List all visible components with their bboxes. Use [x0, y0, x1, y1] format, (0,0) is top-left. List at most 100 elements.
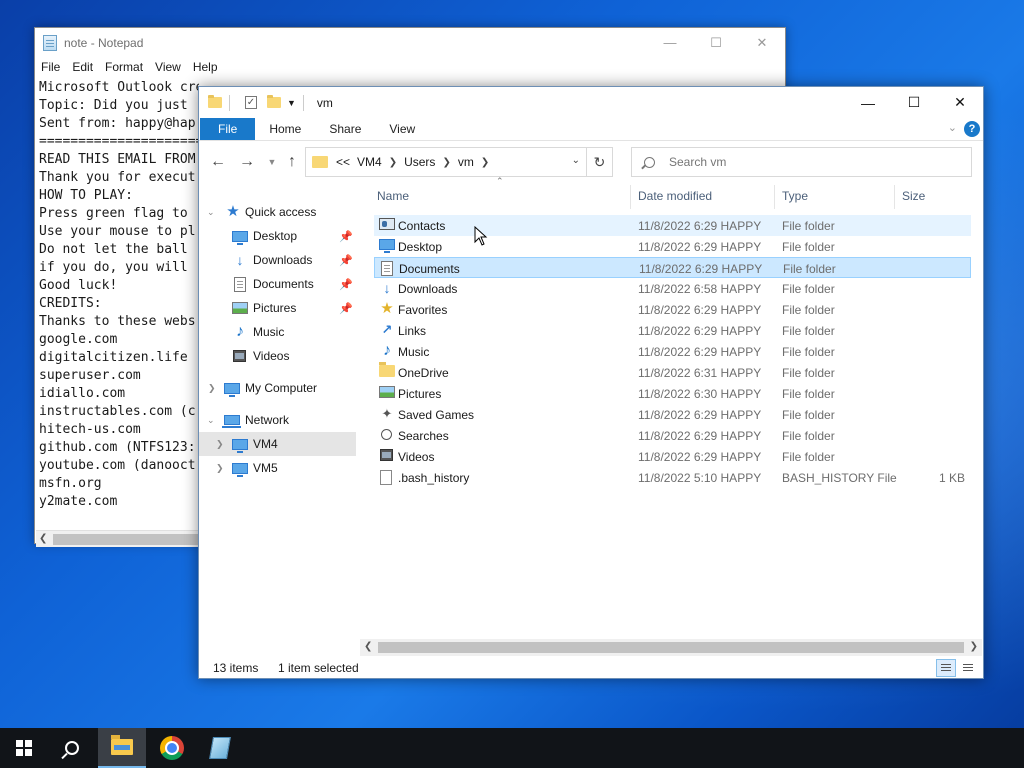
- pin-icon[interactable]: 📌: [339, 302, 353, 315]
- tab-view[interactable]: View: [375, 118, 429, 140]
- back-arrow-icon[interactable]: ←: [207, 150, 229, 174]
- search-input[interactable]: [669, 155, 949, 169]
- table-row[interactable]: Contacts 11/8/2022 6:29 HAPPY File folde…: [374, 215, 971, 236]
- nav-downloads[interactable]: ↓ Downloads 📌: [199, 248, 356, 272]
- recent-locations-icon[interactable]: ▼: [261, 150, 283, 174]
- nav-desktop[interactable]: Desktop 📌: [199, 224, 356, 248]
- chevron-right-icon[interactable]: ❯: [208, 383, 216, 394]
- column-header-date[interactable]: Date modified: [638, 177, 712, 215]
- taskbar-search-button[interactable]: [48, 728, 96, 768]
- chevron-down-icon[interactable]: ⌄: [207, 415, 215, 426]
- nav-music[interactable]: ♪ Music: [199, 320, 356, 344]
- pin-icon[interactable]: 📌: [339, 254, 353, 267]
- chevron-right-icon[interactable]: ❯: [389, 157, 397, 168]
- nav-vm5[interactable]: ❯ VM5: [199, 456, 356, 480]
- search-box[interactable]: [631, 147, 972, 177]
- breadcrumb-vm4[interactable]: VM4: [357, 155, 382, 169]
- nav-documents[interactable]: Documents 📌: [199, 272, 356, 296]
- file-list-horizontal-scrollbar[interactable]: ❮ ❯: [360, 639, 982, 656]
- new-folder-icon[interactable]: [267, 95, 281, 108]
- menu-view[interactable]: View: [155, 60, 181, 74]
- desktop-icon: [232, 230, 248, 245]
- expand-ribbon-icon[interactable]: ⌄: [948, 121, 957, 134]
- customize-toolbar-icon[interactable]: ▼: [287, 98, 296, 108]
- nav-vm4[interactable]: ❯ VM4: [199, 432, 356, 456]
- table-row[interactable]: ✦ Saved Games 11/8/2022 6:29 HAPPY File …: [374, 404, 971, 425]
- table-row[interactable]: ★ Favorites 11/8/2022 6:29 HAPPY File fo…: [374, 299, 971, 320]
- menu-edit[interactable]: Edit: [72, 60, 93, 74]
- table-row[interactable]: Searches 11/8/2022 6:29 HAPPY File folde…: [374, 425, 971, 446]
- start-button[interactable]: [0, 728, 48, 768]
- minimize-icon[interactable]: —: [845, 87, 891, 118]
- breadcrumb-overflow[interactable]: <<: [336, 155, 350, 169]
- taskbar-chrome[interactable]: [148, 728, 196, 768]
- scrollbar-thumb[interactable]: [378, 642, 964, 653]
- tab-share[interactable]: Share: [315, 118, 375, 140]
- column-divider[interactable]: [774, 185, 775, 209]
- chevron-down-icon[interactable]: ⌄: [572, 155, 580, 166]
- refresh-icon[interactable]: ↻: [586, 148, 612, 176]
- forward-arrow-icon[interactable]: →: [236, 150, 258, 174]
- scroll-left-icon[interactable]: ❮: [39, 533, 47, 544]
- pin-icon[interactable]: 📌: [339, 278, 353, 291]
- table-row[interactable]: Videos 11/8/2022 6:29 HAPPY File folder: [374, 446, 971, 467]
- table-row[interactable]: Desktop 11/8/2022 6:29 HAPPY File folder: [374, 236, 971, 257]
- scroll-right-icon[interactable]: ❯: [970, 641, 978, 652]
- table-row[interactable]: ↗ Links 11/8/2022 6:29 HAPPY File folder: [374, 320, 971, 341]
- minimize-icon[interactable]: —: [647, 28, 693, 57]
- maximize-icon[interactable]: ☐: [693, 28, 739, 57]
- pin-icon[interactable]: 📌: [339, 230, 353, 243]
- explorer-title-bar[interactable]: ✓ ▼ vm — ☐ ✕: [199, 87, 983, 118]
- nav-pictures[interactable]: Pictures 📌: [199, 296, 356, 320]
- notepad-text-line: CREDITS:: [39, 296, 102, 311]
- file-name: Desktop: [398, 240, 443, 254]
- maximize-icon[interactable]: ☐: [891, 87, 937, 118]
- chevron-right-icon[interactable]: ❯: [481, 157, 489, 168]
- table-row[interactable]: .bash_history 11/8/2022 5:10 HAPPY BASH_…: [374, 467, 971, 488]
- nav-videos[interactable]: Videos: [199, 344, 356, 368]
- tab-file[interactable]: File: [200, 118, 256, 140]
- taskbar-file-explorer[interactable]: [98, 728, 146, 768]
- close-icon[interactable]: ✕: [739, 28, 785, 57]
- chevron-right-icon[interactable]: ❯: [216, 439, 224, 450]
- up-arrow-icon[interactable]: ↑: [281, 150, 303, 174]
- properties-icon[interactable]: ✓: [245, 96, 257, 109]
- file-name: Music: [398, 345, 430, 359]
- table-row[interactable]: OneDrive 11/8/2022 6:31 HAPPY File folde…: [374, 362, 971, 383]
- nav-network[interactable]: ⌄ Network: [199, 408, 356, 432]
- chevron-down-icon[interactable]: ⌄: [207, 207, 215, 218]
- table-row[interactable]: ↓ Downloads 11/8/2022 6:58 HAPPY File fo…: [374, 278, 971, 299]
- notepad-horizontal-scrollbar[interactable]: ❮: [36, 530, 200, 547]
- column-header-type[interactable]: Type: [782, 177, 808, 215]
- table-row[interactable]: Pictures 11/8/2022 6:30 HAPPY File folde…: [374, 383, 971, 404]
- menu-format[interactable]: Format: [105, 60, 143, 74]
- nav-my-computer[interactable]: ❯ My Computer: [199, 376, 356, 400]
- chevron-right-icon[interactable]: ❯: [216, 463, 224, 474]
- menu-file[interactable]: File: [41, 60, 60, 74]
- menu-help[interactable]: Help: [193, 60, 218, 74]
- close-icon[interactable]: ✕: [937, 87, 983, 118]
- scrollbar-thumb[interactable]: [53, 534, 198, 545]
- table-row[interactable]: ♪ Music 11/8/2022 6:29 HAPPY File folder: [374, 341, 971, 362]
- large-icons-view-icon[interactable]: [958, 659, 978, 677]
- notepad-text-area[interactable]: Microsoft Outlook created a .txt documen…: [39, 79, 199, 531]
- notepad-text-line: Good luck!: [39, 278, 118, 293]
- column-divider[interactable]: [894, 185, 895, 209]
- breadcrumb-users[interactable]: Users: [404, 155, 435, 169]
- address-bar[interactable]: << VM4 ❯ Users ❯ vm ❯ ⌄ ↻: [305, 147, 613, 177]
- column-header-size[interactable]: Size: [902, 177, 925, 215]
- column-divider[interactable]: [630, 185, 631, 209]
- file-explorer-window[interactable]: ✓ ▼ vm — ☐ ✕ File Home Share View ⌄ ? ← …: [198, 86, 984, 679]
- notepad-title-bar[interactable]: note - Notepad — ☐ ✕: [35, 28, 785, 57]
- nav-quick-access[interactable]: ⌄ ★ Quick access: [199, 200, 356, 224]
- chevron-right-icon[interactable]: ❯: [442, 157, 450, 168]
- tab-home[interactable]: Home: [255, 118, 315, 140]
- scroll-left-icon[interactable]: ❮: [364, 641, 372, 652]
- pictures-icon: [379, 386, 395, 398]
- breadcrumb-vm[interactable]: vm: [458, 155, 474, 169]
- table-row[interactable]: Documents 11/8/2022 6:29 HAPPY File fold…: [374, 257, 971, 278]
- help-icon[interactable]: ?: [964, 121, 980, 137]
- column-header-name[interactable]: Name: [377, 177, 409, 215]
- details-view-icon[interactable]: [936, 659, 956, 677]
- taskbar-notepad[interactable]: [196, 728, 244, 768]
